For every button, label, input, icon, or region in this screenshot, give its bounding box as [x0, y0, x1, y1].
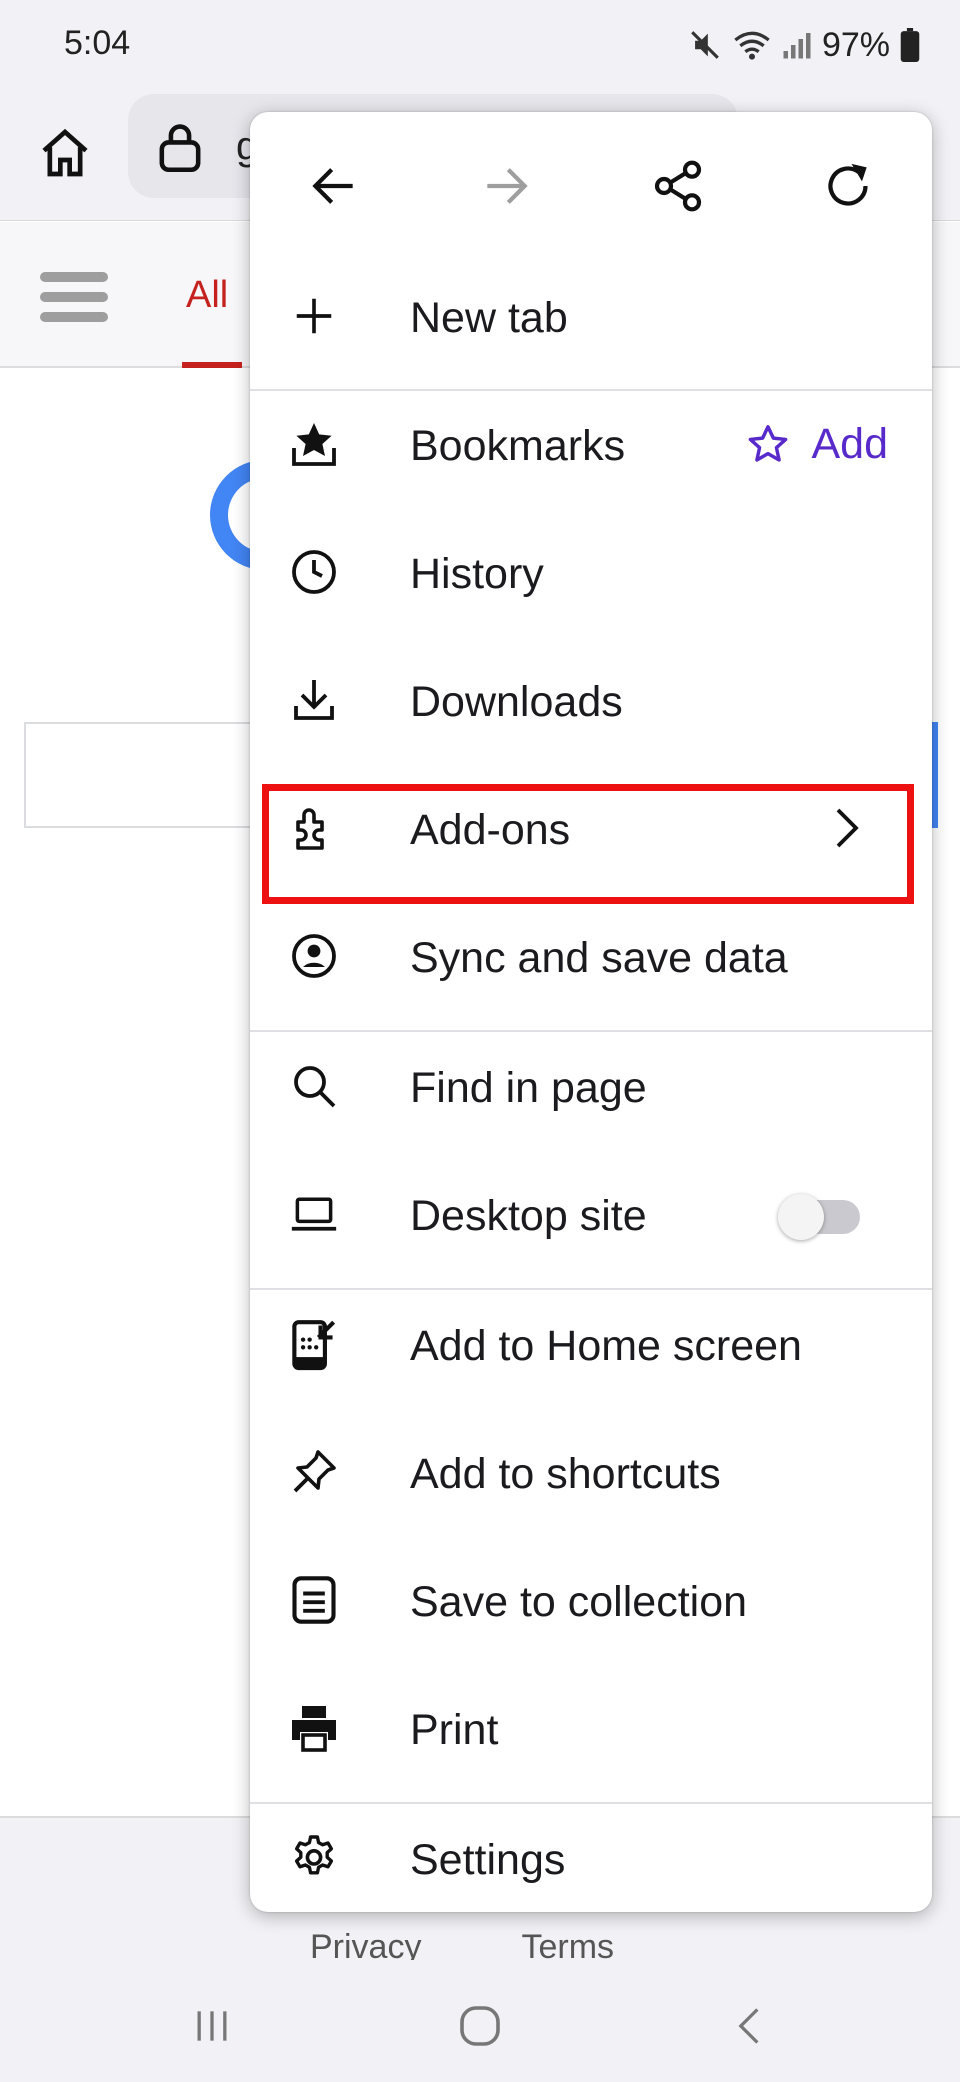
status-bar: 5:04 97%	[0, 0, 960, 90]
hamburger-menu-icon[interactable]	[40, 272, 108, 322]
menu-item-find-in-page[interactable]: Find in page	[250, 1022, 932, 1150]
menu-item-save-to-collection[interactable]: Save to collection	[250, 1536, 932, 1664]
puzzle-icon	[290, 804, 338, 852]
menu-nav-row	[250, 112, 932, 260]
search-icon	[290, 1062, 338, 1110]
menu-item-settings[interactable]: Settings	[250, 1794, 932, 1912]
status-icons: 97%	[688, 22, 920, 68]
arrow-right-icon	[487, 168, 528, 204]
menu-item-print[interactable]: Print	[250, 1664, 932, 1792]
toggle-knob	[778, 1194, 824, 1240]
menu-item-label: Print	[410, 1706, 499, 1754]
wifi-icon	[732, 28, 772, 62]
status-time: 5:04	[64, 24, 131, 62]
menu-item-history[interactable]: History	[250, 508, 932, 636]
menu-item-downloads[interactable]: Downloads	[250, 636, 932, 764]
menu-item-add-to-shortcuts[interactable]: Add to shortcuts	[250, 1408, 932, 1536]
add-bookmark-button[interactable]: Add	[745, 420, 888, 469]
download-icon	[290, 676, 338, 724]
home-circle-icon	[460, 2006, 500, 2046]
menu-item-new-tab[interactable]: New tab	[250, 252, 932, 380]
browser-menu: New tab Bookmarks Add History Downloads …	[250, 112, 932, 1912]
forward-button[interactable]	[468, 148, 544, 224]
menu-item-label: History	[410, 550, 544, 598]
share-icon	[654, 160, 702, 212]
menu-item-label: Save to collection	[410, 1578, 748, 1626]
menu-item-label: Downloads	[410, 678, 623, 726]
menu-item-addons[interactable]: Add-ons	[250, 764, 932, 892]
arrow-left-icon	[312, 168, 353, 204]
printer-icon	[290, 1704, 338, 1752]
bookmarks-icon	[290, 420, 338, 468]
clock-icon	[290, 548, 338, 596]
menu-item-label: Find in page	[410, 1064, 647, 1112]
star-outline-icon	[749, 424, 788, 462]
menu-item-label: Bookmarks	[410, 422, 626, 470]
reload-icon	[828, 163, 868, 206]
account-icon	[290, 932, 338, 980]
back-chevron-icon	[738, 2008, 759, 2044]
tab-active-indicator	[182, 362, 242, 368]
signal-icon	[782, 28, 812, 62]
battery-icon	[900, 28, 920, 62]
tab-all[interactable]: All	[186, 274, 228, 317]
add-to-homescreen-icon	[290, 1320, 338, 1371]
recents-button[interactable]	[182, 1996, 242, 2056]
system-nav-bar	[0, 1960, 960, 2080]
home-nav-button[interactable]	[450, 1996, 510, 2056]
mute-icon	[688, 28, 722, 62]
collection-icon	[290, 1576, 338, 1624]
menu-item-label: New tab	[410, 294, 568, 342]
plus-icon	[290, 292, 338, 340]
menu-item-label: Desktop site	[410, 1192, 647, 1240]
menu-item-desktop-site[interactable]: Desktop site	[250, 1150, 932, 1278]
pin-icon	[290, 1448, 338, 1496]
menu-item-bookmarks[interactable]: Bookmarks Add	[250, 380, 932, 508]
lock-icon	[156, 122, 204, 172]
menu-item-label: Sync and save data	[410, 934, 788, 982]
menu-item-add-to-home-screen[interactable]: Add to Home screen	[250, 1280, 932, 1408]
share-button[interactable]	[640, 148, 716, 224]
reload-button[interactable]	[810, 148, 886, 224]
menu-item-label: Add to Home screen	[410, 1322, 802, 1370]
menu-item-sync[interactable]: Sync and save data	[250, 892, 932, 1020]
menu-item-label: Add-ons	[410, 806, 571, 854]
home-icon	[42, 128, 88, 177]
chevron-right-icon	[822, 804, 870, 852]
desktop-site-toggle[interactable]	[778, 1194, 860, 1240]
menu-item-label: Settings	[410, 1836, 566, 1884]
menu-item-label: Add to shortcuts	[410, 1450, 721, 1498]
recents-icon	[197, 2011, 227, 2041]
battery-percent: 97%	[821, 25, 890, 64]
back-button[interactable]	[296, 148, 372, 224]
add-bookmark-label: Add	[811, 420, 888, 468]
gear-icon	[290, 1834, 338, 1882]
home-button[interactable]	[30, 118, 100, 188]
laptop-icon	[290, 1190, 338, 1238]
back-nav-button[interactable]	[720, 1996, 780, 2056]
